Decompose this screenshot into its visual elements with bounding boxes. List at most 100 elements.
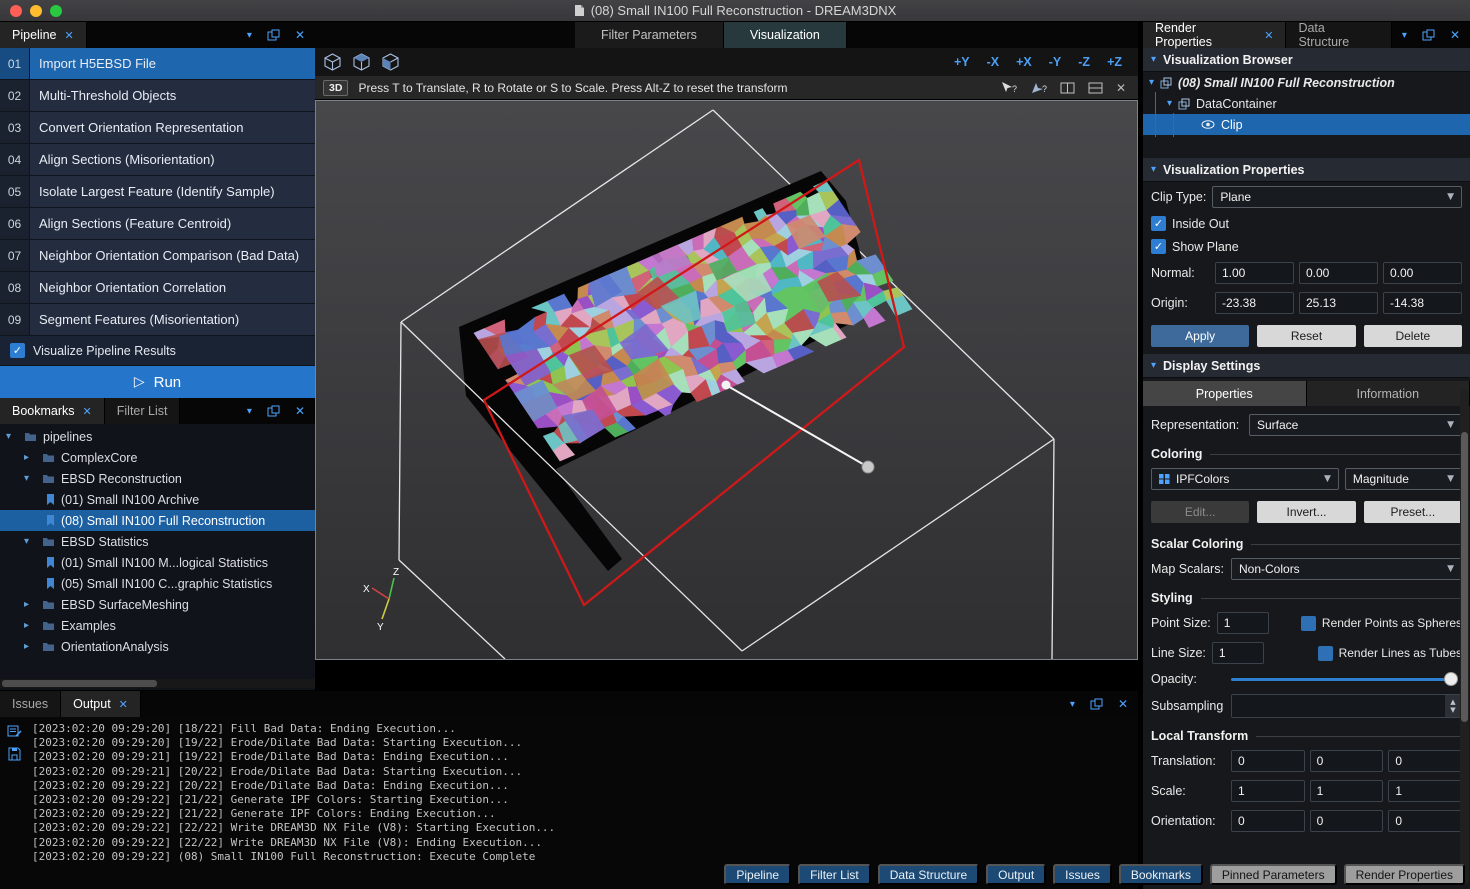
camera-plusY-button[interactable]: +Y — [954, 55, 970, 69]
bookmarks-folder-row[interactable]: ▸EBSD SurfaceMeshing — [0, 594, 315, 615]
camera-minusZ-button[interactable]: -Z — [1078, 55, 1090, 69]
bookmarks-folder-row[interactable]: ▾pipelines — [0, 426, 315, 447]
statusbar-button-output[interactable]: Output — [986, 864, 1046, 885]
tab-filter-list[interactable]: Filter List — [105, 398, 181, 424]
component-dropdown[interactable]: Magnitude ▼ — [1345, 468, 1462, 490]
panel-menu-chevron-icon[interactable]: ▾ — [1070, 699, 1075, 710]
pipeline-filter-item[interactable]: 04Align Sections (Misorientation) — [0, 144, 315, 176]
bookmarks-folder-row[interactable]: ▸OrientationAnalysis — [0, 636, 315, 657]
bookmarks-folder-row[interactable]: ▾EBSD Reconstruction — [0, 468, 315, 489]
browser-node-datacontainer[interactable]: ▾ DataContainer — [1143, 93, 1470, 114]
render-lines-as-tubes-checkbox[interactable] — [1318, 646, 1333, 661]
close-tab-icon[interactable]: ✕ — [83, 405, 92, 418]
clear-output-icon[interactable] — [7, 724, 22, 738]
render-viewport[interactable]: Z X Y — [315, 100, 1138, 660]
collapse-section-icon[interactable]: ▾ — [1151, 164, 1156, 175]
close-tab-icon[interactable]: ✕ — [119, 698, 128, 711]
inside-out-checkbox[interactable]: ✓ — [1151, 216, 1166, 231]
tree-expander-icon[interactable]: ▾ — [24, 536, 36, 547]
vector-component-field[interactable]: 0 — [1310, 810, 1384, 832]
statusbar-button-render-properties[interactable]: Render Properties — [1344, 864, 1465, 885]
point-size-field[interactable]: 1 — [1217, 612, 1269, 634]
browser-node-pipeline[interactable]: ▾ (08) Small IN100 Full Reconstruction — [1143, 72, 1470, 93]
vector-component-field[interactable]: -14.38 — [1383, 292, 1462, 314]
bookmarks-pipeline-row[interactable]: (01) Small IN100 Archive — [0, 489, 315, 510]
tree-expander-icon[interactable]: ▸ — [24, 452, 36, 463]
edit-button[interactable]: Edit... — [1151, 501, 1249, 523]
split-horizontal-icon[interactable] — [1088, 82, 1103, 94]
tab-issues[interactable]: Issues — [0, 691, 61, 717]
scrollbar-thumb[interactable] — [2, 680, 157, 687]
map-scalars-dropdown[interactable]: Non-Colors ▼ — [1231, 558, 1462, 580]
cube-edge-view-icon[interactable] — [381, 53, 400, 71]
statusbar-button-issues[interactable]: Issues — [1053, 864, 1112, 885]
vector-component-field[interactable]: 25.13 — [1299, 292, 1378, 314]
vector-component-field[interactable]: 1 — [1388, 780, 1462, 802]
preset-button[interactable]: Preset... — [1364, 501, 1462, 523]
visibility-eye-icon[interactable] — [1201, 120, 1215, 129]
statusbar-button-pipeline[interactable]: Pipeline — [724, 864, 791, 885]
visualization-properties-header[interactable]: ▾ Visualization Properties — [1143, 158, 1470, 182]
pipeline-filter-item[interactable]: 01Import H5EBSD File — [0, 48, 315, 80]
close-panel-icon[interactable]: ✕ — [295, 28, 305, 42]
opacity-slider[interactable] — [1231, 678, 1456, 681]
horizontal-scrollbar[interactable] — [0, 679, 315, 688]
camera-minusY-button[interactable]: -Y — [1049, 55, 1062, 69]
tab-filter-parameters[interactable]: Filter Parameters — [575, 22, 724, 48]
render-points-as-spheres-checkbox[interactable] — [1301, 616, 1316, 631]
close-window-button[interactable] — [10, 5, 22, 17]
zoom-window-button[interactable] — [50, 5, 62, 17]
statusbar-button-data-structure[interactable]: Data Structure — [878, 864, 979, 885]
run-pipeline-button[interactable]: ▷ Run — [0, 366, 315, 398]
vector-component-field[interactable]: 1 — [1310, 780, 1384, 802]
pipeline-filter-item[interactable]: 09Segment Features (Misorientation) — [0, 304, 315, 336]
close-panel-icon[interactable]: ✕ — [295, 404, 305, 418]
camera-minusX-button[interactable]: -X — [987, 55, 1000, 69]
reset-button[interactable]: Reset — [1257, 325, 1355, 347]
statusbar-button-bookmarks[interactable]: Bookmarks — [1119, 864, 1203, 885]
tab-display-information[interactable]: Information — [1307, 381, 1470, 406]
tree-expander-icon[interactable]: ▾ — [24, 473, 36, 484]
tab-pipeline[interactable]: Pipeline ✕ — [0, 22, 87, 48]
tab-render-properties[interactable]: Render Properties ✕ — [1143, 22, 1286, 48]
vector-component-field[interactable]: -23.38 — [1215, 292, 1294, 314]
representation-dropdown[interactable]: Surface ▼ — [1249, 414, 1462, 436]
cube-face-view-icon[interactable] — [352, 53, 371, 71]
pipeline-filter-item[interactable]: 02Multi-Threshold Objects — [0, 80, 315, 112]
panel-menu-chevron-icon[interactable]: ▾ — [1402, 30, 1407, 41]
pipeline-filter-item[interactable]: 03Convert Orientation Representation — [0, 112, 315, 144]
tree-expander-icon[interactable]: ▸ — [24, 620, 36, 631]
undock-panel-icon[interactable] — [1090, 698, 1103, 710]
statusbar-button-filter-list[interactable]: Filter List — [798, 864, 871, 885]
statusbar-button-pinned-parameters[interactable]: Pinned Parameters — [1210, 864, 1337, 885]
visualize-pipeline-results-row[interactable]: ✓ Visualize Pipeline Results — [0, 336, 315, 366]
pipeline-filter-item[interactable]: 06Align Sections (Feature Centroid) — [0, 208, 315, 240]
clip-type-dropdown[interactable]: Plane ▼ — [1212, 186, 1462, 208]
minimize-window-button[interactable] — [30, 5, 42, 17]
collapse-section-icon[interactable]: ▾ — [1151, 360, 1156, 371]
visualization-browser-header[interactable]: ▾ Visualization Browser — [1143, 48, 1470, 72]
subsampling-spinbox[interactable]: ▲▼ — [1231, 694, 1462, 718]
tab-bookmarks[interactable]: Bookmarks ✕ — [0, 398, 105, 424]
pipeline-filter-item[interactable]: 07Neighbor Orientation Comparison (Bad D… — [0, 240, 315, 272]
vector-component-field[interactable]: 0 — [1231, 750, 1305, 772]
tree-expander-icon[interactable]: ▾ — [1149, 77, 1154, 88]
close-panel-icon[interactable]: ✕ — [1118, 697, 1128, 711]
vector-component-field[interactable]: 0 — [1388, 750, 1462, 772]
panel-menu-chevron-icon[interactable]: ▾ — [247, 406, 252, 417]
bookmarks-folder-row[interactable]: ▸Examples — [0, 615, 315, 636]
tree-expander-icon[interactable]: ▾ — [1167, 98, 1172, 109]
bookmarks-folder-row[interactable]: ▾EBSD Statistics — [0, 531, 315, 552]
bookmarks-folder-row[interactable]: ▸ComplexCore — [0, 447, 315, 468]
vertical-scrollbar[interactable] — [1460, 390, 1469, 884]
save-output-icon[interactable] — [7, 747, 22, 761]
undock-panel-icon[interactable] — [267, 29, 280, 41]
tab-output[interactable]: Output ✕ — [61, 691, 141, 717]
pipeline-filter-item[interactable]: 08Neighbor Orientation Correlation — [0, 272, 315, 304]
vector-component-field[interactable]: 0 — [1310, 750, 1384, 772]
pick-help-icon[interactable]: ? — [1000, 81, 1017, 95]
collapse-section-icon[interactable]: ▾ — [1151, 54, 1156, 65]
tab-visualization[interactable]: Visualization — [724, 22, 847, 48]
vector-component-field[interactable]: 0.00 — [1299, 262, 1378, 284]
browser-node-clip[interactable]: Clip — [1143, 114, 1470, 135]
